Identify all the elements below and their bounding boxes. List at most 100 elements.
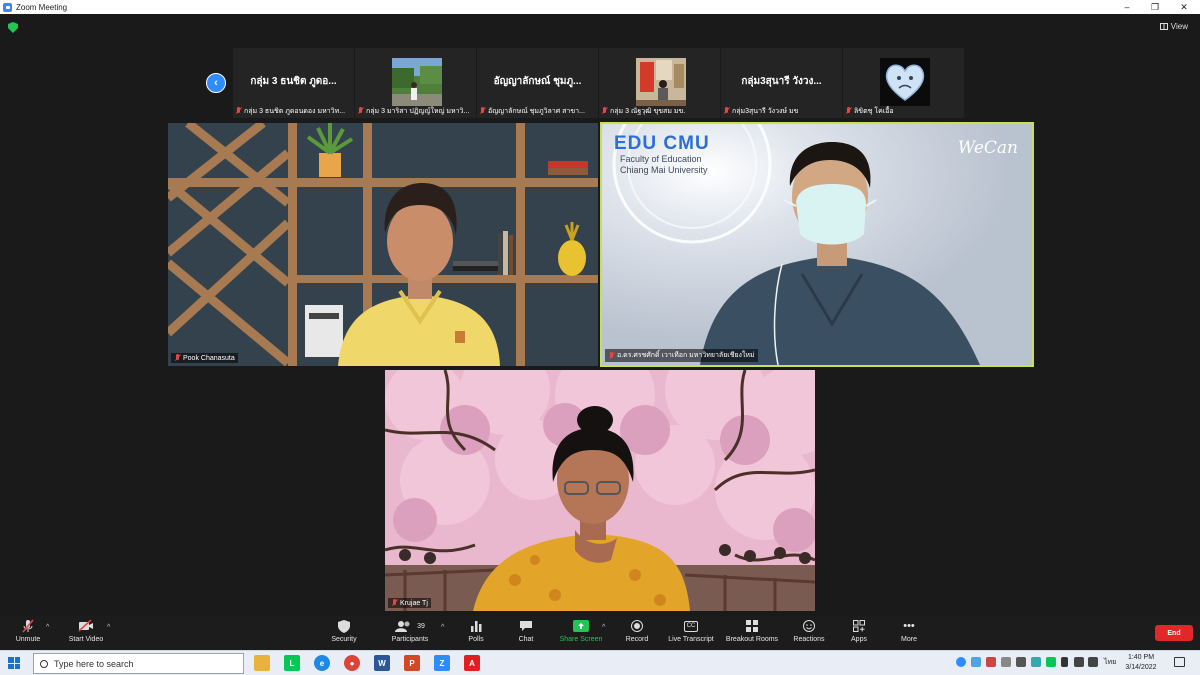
end-meeting-button[interactable]: End <box>1155 625 1193 641</box>
thumbnail-tile[interactable]: กลุ่ม 3 ณัฐวุฒิ ขุขสม มข. <box>599 48 720 118</box>
more-button[interactable]: ••• More <box>874 618 944 648</box>
security-button[interactable]: Security <box>309 618 379 648</box>
start-video-button[interactable]: Start Video <box>51 618 121 648</box>
participant-display-name: กลุ่ม 3 ธนชิต ภูดอ... <box>250 76 337 87</box>
file-explorer-icon[interactable] <box>254 655 270 671</box>
live-transcript-label: Live Transcript <box>668 636 714 643</box>
clock-time: 1:40 PM <box>1127 654 1155 661</box>
active-speaker-video-tile[interactable]: EDU CMU Faculty of Education Chiang Mai … <box>600 122 1034 367</box>
participant-name: กลุ่ม3สุนารี วังวงษ์ มข <box>732 107 799 115</box>
mic-muted-icon <box>601 107 608 115</box>
powerpoint-icon[interactable]: P <box>404 655 420 671</box>
wecan-brand: WeCan <box>957 138 1018 158</box>
line-app-icon[interactable]: L <box>284 655 300 671</box>
participant-name: Krujae Tj <box>400 599 428 607</box>
participant-name: กลุ่ม 3 ณัฐวุฒิ ขุขสม มข. <box>610 107 686 115</box>
tray-app-icon[interactable] <box>1031 657 1041 667</box>
smiley-icon <box>803 618 815 634</box>
participant-display-name: กลุ่ม3สุนารี วังวง... <box>741 76 822 87</box>
live-transcript-button[interactable]: CC Live Transcript <box>656 618 726 648</box>
pdf-reader-icon[interactable]: A <box>464 655 480 671</box>
zoom-tray-icon[interactable] <box>971 657 981 667</box>
zoom-taskbar-icon[interactable]: Z <box>434 655 450 671</box>
tray-app-icon[interactable] <box>1016 657 1026 667</box>
share-screen-icon <box>573 618 589 634</box>
mic-muted-icon <box>391 599 398 607</box>
participant-video <box>168 123 598 366</box>
logo-main-text: EDU CMU <box>614 133 710 154</box>
search-icon <box>40 659 48 668</box>
video-options-caret-icon[interactable]: ^ <box>107 624 110 631</box>
heart-avatar-icon <box>880 58 930 106</box>
word-icon[interactable]: W <box>374 655 390 671</box>
participants-button[interactable]: 39 Participants <box>375 618 445 648</box>
window-title: Zoom Meeting <box>16 2 68 12</box>
notification-center-icon[interactable] <box>1174 657 1185 667</box>
logo-sub-line-2: Chiang Mai University <box>620 165 708 175</box>
windows-start-icon[interactable] <box>8 657 20 669</box>
participant-footer: อัญญาลักษณ์ ชุมภูวิลาศ สาขา... <box>479 106 596 116</box>
participant-footer: กลุ่ม 3 มาริสา ปฏิญญ์ใหญ่ มหาวิ... <box>357 106 474 116</box>
mic-muted-icon <box>479 107 486 115</box>
breakout-rooms-label: Breakout Rooms <box>725 636 779 643</box>
participant-footer: กลุ่ม 3 ณัฐวุฒิ ขุขสม มข. <box>601 106 718 116</box>
view-button[interactable]: View <box>1159 22 1188 31</box>
search-placeholder: Type here to search <box>54 658 134 669</box>
bluetooth-tray-icon[interactable] <box>956 657 966 667</box>
window-titlebar: Zoom Meeting – ❐ ✕ <box>0 0 1200 14</box>
taskbar-search-box[interactable]: Type here to search <box>33 653 244 674</box>
participant-name-label: Pook Chanasuta <box>171 353 238 363</box>
mic-muted-icon <box>174 354 181 362</box>
encryption-shield-icon[interactable] <box>8 22 18 33</box>
more-dots-icon: ••• <box>903 620 915 632</box>
thumbnail-tile[interactable]: อัญญาลักษณ์ ชุมภู... อัญญาลักษณ์ ชุมภูวิ… <box>477 48 598 118</box>
minimize-button[interactable]: – <box>1113 0 1141 14</box>
participant-footer: กลุ่ม 3 ธนชิต ภูดอนดอง มหาวิท... <box>235 106 352 116</box>
participant-name-label: Krujae Tj <box>388 598 431 608</box>
thumbnail-tile[interactable]: กลุ่ม 3 ธนชิต ภูดอ... กลุ่ม 3 ธนชิต ภูดอ… <box>233 48 354 118</box>
previous-page-button[interactable]: ‹ <box>206 73 226 93</box>
apps-label: Apps <box>851 636 867 643</box>
breakout-rooms-icon <box>746 618 758 634</box>
close-button[interactable]: ✕ <box>1170 0 1198 14</box>
windows-taskbar: Type here to search L e ● W P Z A ไทย 1:… <box>0 650 1200 675</box>
network-icon[interactable] <box>1074 657 1084 667</box>
mic-muted-icon <box>723 107 730 115</box>
chrome-browser-icon[interactable]: ● <box>344 655 360 671</box>
participant-video <box>385 370 815 611</box>
cc-icon: CC <box>683 618 699 634</box>
record-icon <box>631 618 643 634</box>
edge-browser-icon[interactable]: e <box>314 655 330 671</box>
more-label: More <box>901 636 917 643</box>
taskbar-clock[interactable]: 1:40 PM 3/14/2022 <box>1118 653 1164 673</box>
participants-icon: 39 <box>395 618 425 634</box>
mic-muted-icon <box>357 107 364 115</box>
mic-muted-icon <box>608 351 615 360</box>
chat-label: Chat <box>518 636 534 643</box>
participant-footer: กลุ่ม3สุนารี วังวงษ์ มข <box>723 106 840 116</box>
tray-app-icon[interactable] <box>1001 657 1011 667</box>
reactions-label: Reactions <box>793 636 825 643</box>
unmute-label: Unmute <box>15 636 41 643</box>
mic-muted-icon <box>21 618 35 634</box>
video-tile[interactable]: Pook Chanasuta <box>168 123 598 366</box>
thumbnail-tile[interactable]: กลุ่ม 3 มาริสา ปฏิญญ์ใหญ่ มหาวิ... <box>355 48 476 118</box>
restore-button[interactable]: ❐ <box>1141 0 1169 14</box>
participant-video-thumb <box>392 58 442 106</box>
audio-options-caret-icon[interactable]: ^ <box>46 624 49 631</box>
microphone-tray-icon[interactable] <box>1061 657 1068 667</box>
line-tray-icon[interactable] <box>1046 657 1056 667</box>
thumbnail-tile[interactable]: กลุ่ม3สุนารี วังวง... กลุ่ม3สุนารี วังวง… <box>721 48 842 118</box>
tray-app-icon[interactable] <box>986 657 996 667</box>
meeting-stage: View ‹ กลุ่ม 3 ธนชิต ภูดอ... กลุ่ม 3 ธนช… <box>0 14 1200 616</box>
edu-cmu-logo: EDU CMU Faculty of Education Chiang Mai … <box>614 134 710 176</box>
participant-name: ลิขิตชุ โคเอื้อ <box>854 107 894 115</box>
thumbnail-tile[interactable]: ลิขิตชุ โคเอื้อ <box>843 48 964 118</box>
apps-icon <box>853 618 865 634</box>
shield-icon <box>338 618 350 634</box>
share-screen-label: Share Screen <box>559 636 603 643</box>
participant-name: อ.ดร.ศรชศักดิ์ เวาเทือก มหาวิทยาลัยเชียง… <box>617 352 755 359</box>
volume-icon[interactable] <box>1088 657 1098 667</box>
video-tile[interactable]: Krujae Tj <box>385 370 815 611</box>
input-language[interactable]: ไทย <box>1104 657 1116 668</box>
